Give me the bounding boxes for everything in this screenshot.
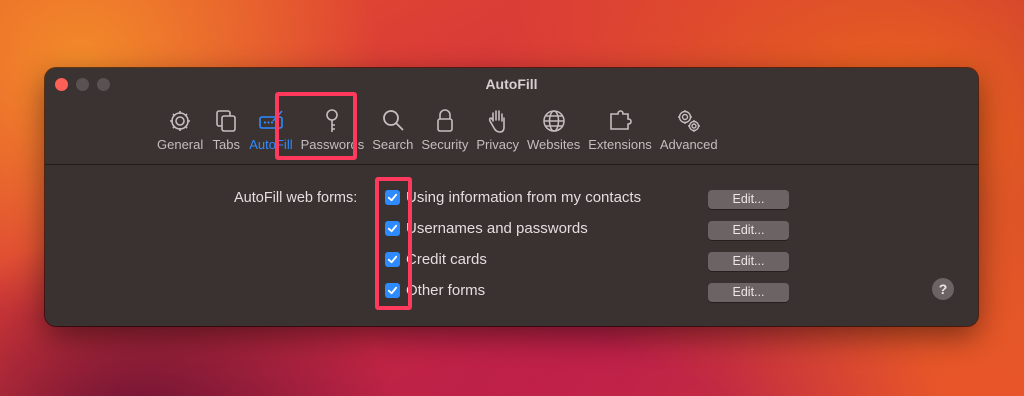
option-contacts: Using information from my contacts [385,189,641,206]
lock-icon [437,109,453,132]
option-label: Credit cards [406,251,487,268]
tab-label: Security [421,137,469,152]
option-label: Using information from my contacts [406,189,642,206]
tab-label: General [157,137,204,152]
gear-icon [170,111,191,131]
window-title: AutoFill [485,76,538,92]
tab-label: Privacy [476,137,519,152]
option-usernames-passwords: Usernames and passwords [385,220,588,237]
tabs-icon [216,110,237,132]
search-icon [382,110,404,131]
tab-advanced[interactable]: Advanced [656,106,722,152]
tab-label: Advanced [659,137,718,152]
tab-security[interactable]: Security [417,106,472,152]
tab-privacy[interactable]: Privacy [472,106,523,152]
hand-icon [488,110,505,133]
edit-contacts-button[interactable]: Edit... [708,190,789,209]
preferences-toolbar: General Tabs AutoFill Passwords Search S… [153,106,722,152]
tab-websites[interactable]: Websites [523,106,584,152]
option-label: Other forms [406,282,486,299]
window-titlebar: AutoFill General Tabs AutoFill Passwords… [45,68,978,165]
preferences-window: AutoFill General Tabs AutoFill Passwords… [45,68,978,326]
edit-usernames-passwords-button[interactable]: Edit... [708,221,789,240]
autofill-web-forms-label: AutoFill web forms: [234,190,358,206]
tab-extensions[interactable]: Extensions [584,106,656,152]
edit-credit-cards-button[interactable]: Edit... [708,252,789,271]
gears-icon [677,110,700,132]
tab-label: Extensions [588,137,652,152]
puzzle-icon [610,110,632,130]
tab-tabs[interactable]: Tabs [207,106,245,152]
autofill-tab-highlight [275,92,357,160]
edit-other-forms-button[interactable]: Edit... [708,283,789,302]
globe-icon [542,110,565,132]
tab-label: Search [372,137,414,152]
checkboxes-highlight [375,177,412,310]
tab-search[interactable]: Search [368,106,417,152]
autofill-pane: AutoFill web forms: Using information fr… [45,165,978,326]
help-button[interactable]: ? [932,278,954,300]
tab-general[interactable]: General [153,106,207,152]
tab-label: Tabs [212,137,240,152]
tab-label: Websites [526,137,581,152]
option-label: Usernames and passwords [406,220,588,237]
